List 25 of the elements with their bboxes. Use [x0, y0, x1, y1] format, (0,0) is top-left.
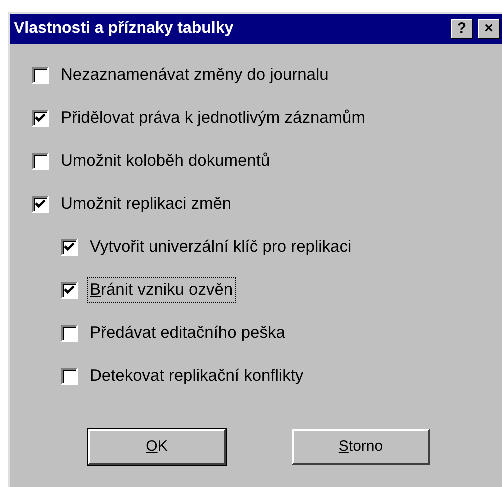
checkbox[interactable]: [32, 152, 49, 170]
checkbox-label[interactable]: Předávat editačního peška: [87, 320, 288, 346]
window-title: Vlastnosti a příznaky tabulky: [14, 19, 235, 39]
checkbox[interactable]: [61, 324, 78, 342]
checkbox-label[interactable]: Bránit vzniku ozvěn: [87, 276, 236, 304]
checkbox[interactable]: [32, 66, 49, 84]
dialog-button[interactable]: OK: [88, 429, 226, 465]
checkbox-label[interactable]: Detekovat replikační konflikty: [87, 362, 307, 390]
checkmark-icon: [64, 285, 75, 295]
checkbox[interactable]: [32, 110, 49, 126]
help-button[interactable]: ?: [451, 19, 473, 39]
checkbox[interactable]: [61, 368, 78, 384]
checkmark-icon: [35, 199, 46, 209]
close-button[interactable]: ×: [478, 19, 500, 39]
checkbox-label[interactable]: Vytvořit univerzální klíč pro replikaci: [87, 234, 355, 260]
checkmark-icon: [64, 242, 75, 252]
checkbox[interactable]: [61, 282, 78, 298]
checkbox-label[interactable]: Přidělovat práva k jednotlivým záznamům: [58, 104, 368, 132]
checkbox[interactable]: [61, 238, 78, 256]
checkmark-icon: [35, 113, 46, 123]
dialog-button[interactable]: Storno: [292, 429, 430, 465]
checkbox-label[interactable]: Umožnit koloběh dokumentů: [58, 148, 274, 174]
checkbox-label[interactable]: Umožnit replikaci změn: [58, 190, 235, 218]
checkbox[interactable]: [32, 196, 49, 212]
checkbox-label[interactable]: Nezaznamenávat změny do journalu: [58, 62, 332, 88]
